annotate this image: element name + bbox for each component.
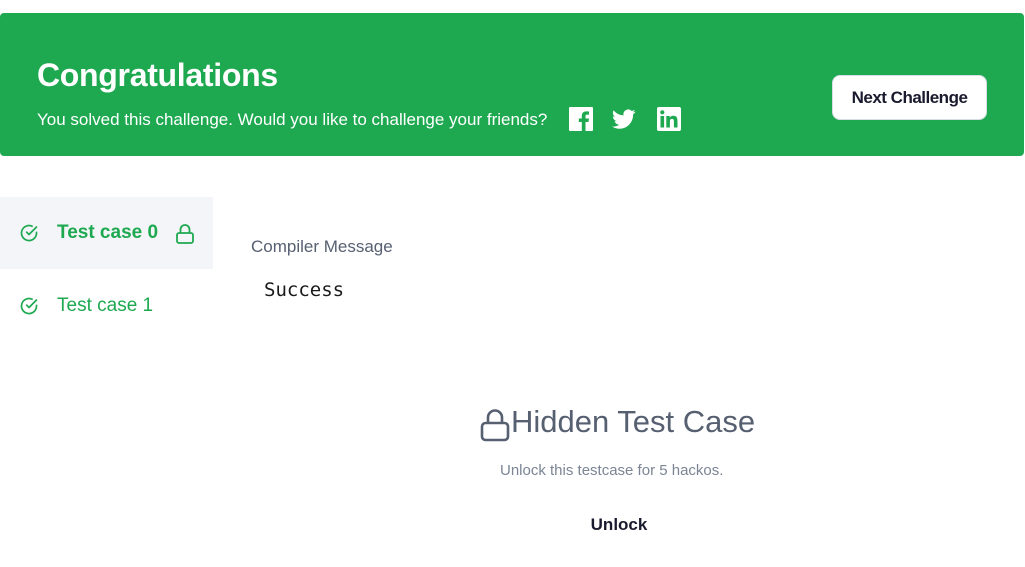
lock-icon <box>480 409 510 442</box>
hidden-test-case-title: Hidden Test Case <box>511 404 756 439</box>
linkedin-icon[interactable] <box>657 107 681 131</box>
check-circle-icon <box>20 224 38 242</box>
twitter-icon[interactable] <box>612 107 636 131</box>
banner-subtitle: You solved this challenge. Would you lik… <box>37 110 548 129</box>
banner-title: Congratulations <box>37 57 278 93</box>
success-banner: Congratulations You solved this challeng… <box>0 13 1024 156</box>
test-case-label: Test case 1 <box>57 295 154 316</box>
hidden-test-case-description: Unlock this testcase for 5 hackos. <box>500 462 724 479</box>
test-case-label: Test case 0 <box>57 222 159 243</box>
compiler-message-label: Compiler Message <box>251 237 393 256</box>
test-case-tab-0[interactable]: Test case 0 <box>0 197 213 269</box>
lock-icon <box>176 224 194 244</box>
facebook-icon[interactable] <box>569 107 593 131</box>
compiler-message-value: Success <box>264 279 345 301</box>
test-case-tab-1[interactable]: Test case 1 <box>0 270 213 342</box>
unlock-button[interactable]: Unlock <box>580 510 658 540</box>
next-challenge-button[interactable]: Next Challenge <box>832 75 987 120</box>
check-circle-icon <box>20 297 38 315</box>
